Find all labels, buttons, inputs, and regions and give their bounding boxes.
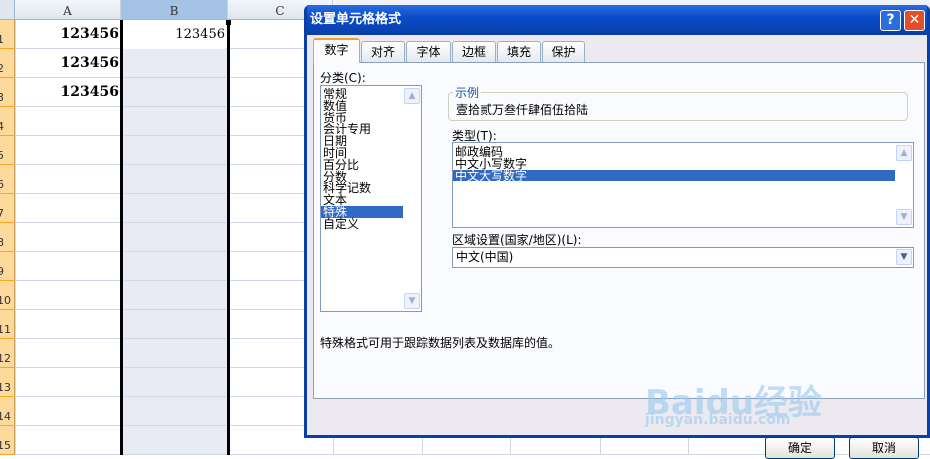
tab-alignment[interactable]: 对齐 xyxy=(361,41,405,62)
cell-a1[interactable]: 123456 xyxy=(15,20,119,49)
help-icon[interactable]: ? xyxy=(880,10,901,31)
dialog-titlebar[interactable]: 设置单元格格式 ? ✕ xyxy=(307,5,927,35)
row-header[interactable]: 15 xyxy=(0,426,15,455)
row-header[interactable]: 1 xyxy=(0,20,15,49)
scroll-up-icon[interactable]: ▲ xyxy=(404,88,420,104)
column-b-selection xyxy=(121,49,228,455)
column-header-b[interactable]: B xyxy=(121,0,228,20)
row-header[interactable]: 2 xyxy=(0,49,15,78)
row-header[interactable]: 8 xyxy=(0,223,15,252)
row-header[interactable]: 14 xyxy=(0,397,15,426)
list-item[interactable]: 数值 xyxy=(321,100,403,112)
row-header[interactable]: 5 xyxy=(0,136,15,165)
tab-number[interactable]: 数字 xyxy=(313,38,360,63)
row-header[interactable]: 3 xyxy=(0,78,15,107)
list-item[interactable]: 中文小写数字 xyxy=(453,158,895,170)
list-item[interactable]: 特殊 xyxy=(321,205,403,218)
category-label: 分类(C): xyxy=(320,71,366,85)
cell-a3[interactable]: 123456 xyxy=(15,78,119,107)
selection-border-right xyxy=(227,20,230,455)
sample-group: 示例 壹拾贰万叁仟肆佰伍拾陆 xyxy=(448,84,908,121)
select-all-corner[interactable] xyxy=(0,0,15,20)
row-header[interactable]: 9 xyxy=(0,252,15,281)
column-header-a[interactable]: A xyxy=(15,0,121,20)
selection-border-left xyxy=(120,20,123,455)
sample-value: 壹拾贰万叁仟肆佰伍拾陆 xyxy=(456,103,589,117)
list-item[interactable]: 自定义 xyxy=(321,218,403,230)
category-list[interactable]: ▲ ▼ 常规 数值 货币 会计专用 日期 时间 百分比 分数 科学记数 文本 特殊 自定义 xyxy=(320,85,422,312)
tab-border[interactable]: 边框 xyxy=(452,41,496,62)
list-item[interactable]: 中文大写数字 xyxy=(453,169,895,181)
description-text: 特殊格式可用于跟踪数据列表及数据库的值。 xyxy=(320,336,561,350)
row-header[interactable]: 7 xyxy=(0,194,15,223)
tab-font[interactable]: 字体 xyxy=(406,41,451,62)
tab-fill[interactable]: 填充 xyxy=(497,41,541,62)
number-tab-pane: 分类(C): ▲ ▼ 常规 数值 货币 会计专用 日期 时间 百分比 分数 科学记数 文本 特殊 自定… xyxy=(313,62,925,399)
row-header[interactable]: 4 xyxy=(0,107,15,136)
close-icon[interactable]: ✕ xyxy=(904,10,925,31)
scroll-up-icon[interactable]: ▲ xyxy=(896,145,912,161)
type-list[interactable]: ▲ ▼ 邮政编码 中文小写数字 中文大写数字 xyxy=(452,142,914,228)
list-item[interactable]: 时间 xyxy=(321,147,403,159)
chevron-down-icon[interactable]: ▼ xyxy=(896,249,912,265)
row-header[interactable]: 10 xyxy=(0,281,15,310)
tab-protection[interactable]: 保护 xyxy=(542,41,585,62)
format-cells-dialog: 设置单元格格式 ? ✕ 数字 对齐 字体 边框 填充 保护 分类(C): ▲ ▼… xyxy=(304,5,930,459)
locale-select[interactable]: 中文(中国) ▼ xyxy=(452,247,914,268)
dialog-body: 数字 对齐 字体 边框 填充 保护 分类(C): ▲ ▼ 常规 数值 货币 会计专用日… xyxy=(307,35,927,459)
cell-a2[interactable]: 123456 xyxy=(15,49,119,78)
scroll-down-icon[interactable]: ▼ xyxy=(896,209,912,225)
locale-value: 中文(中国) xyxy=(456,250,514,264)
list-item[interactable]: 百分比 xyxy=(321,159,403,171)
ok-button[interactable]: 确定 xyxy=(765,437,835,459)
row-header[interactable]: 12 xyxy=(0,339,15,368)
locale-label: 区域设置(国家/地区)(L): xyxy=(452,233,582,247)
sample-label: 示例 xyxy=(453,84,482,101)
cancel-button[interactable]: 取消 xyxy=(849,437,919,459)
dialog-title: 设置单元格格式 xyxy=(310,12,402,27)
fill-handle[interactable] xyxy=(226,20,231,25)
row-header[interactable]: 6 xyxy=(0,165,15,194)
cell-b1[interactable]: 123456 xyxy=(123,20,225,49)
scroll-down-icon[interactable]: ▼ xyxy=(404,293,420,309)
row-header[interactable]: 11 xyxy=(0,310,15,339)
row-header[interactable]: 13 xyxy=(0,368,15,397)
